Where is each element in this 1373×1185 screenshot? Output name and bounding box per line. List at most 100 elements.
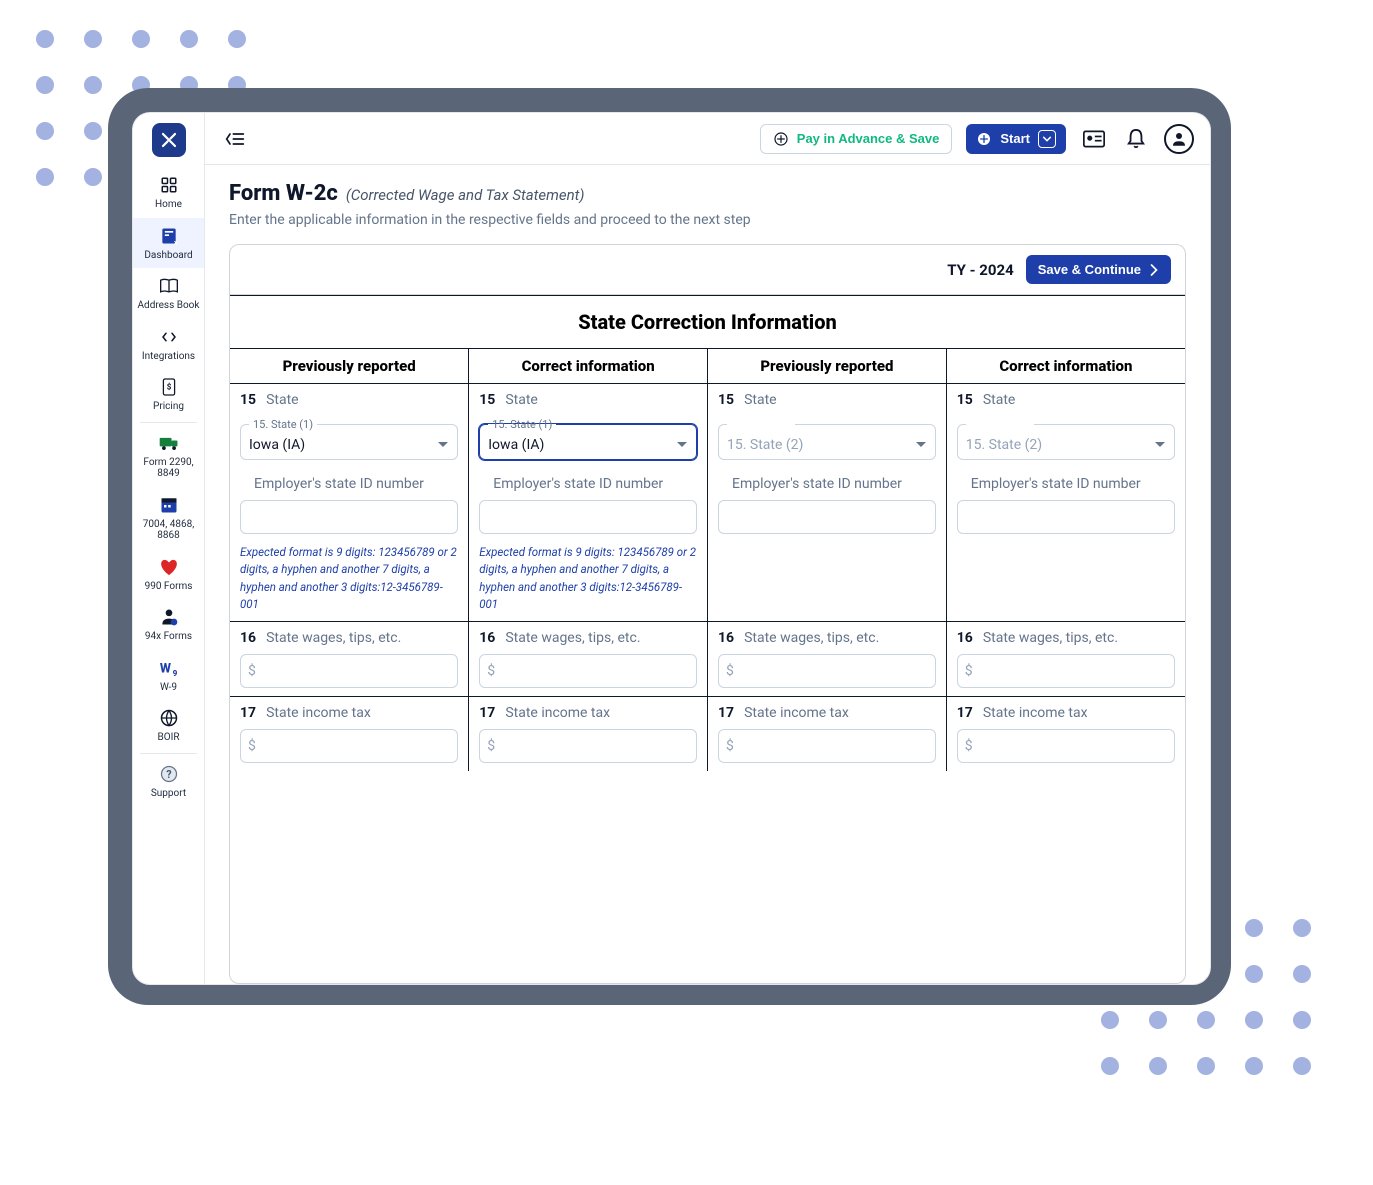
state-wages-input-correct-2[interactable] [957,654,1175,688]
sidebar-item-address-book[interactable]: Address Book [133,268,204,319]
state-select-1-correct[interactable]: 15. State (1) Iowa (IA) [479,418,697,460]
employer-id-label: Employer's state ID number [957,476,1175,492]
state-select-1-prev[interactable]: 15. State (1) Iowa (IA) [240,418,458,460]
caret-down-icon [437,441,449,449]
panel-body: State Correction Information Previously … [230,295,1185,983]
plus-circle-filled-icon [976,131,992,147]
person-icon [158,606,180,628]
sidebar-item-integrations[interactable]: Integrations [133,319,204,370]
dollar-sign: $ [487,663,495,679]
pay-in-advance-button[interactable]: Pay in Advance & Save [760,124,953,154]
save-label: Save & Continue [1038,262,1141,277]
cell-16-correct-2: 16State wages, tips, etc. $ [946,622,1185,697]
pay-label: Pay in Advance & Save [797,131,940,146]
sidebar-item-label: Home [155,199,182,211]
employer-id-label: Employer's state ID number [479,476,697,492]
caret-down-icon [676,441,688,449]
save-continue-button[interactable]: Save & Continue [1026,255,1171,284]
cell-16-correct-1: 16State wages, tips, etc. $ [469,622,708,697]
sidebar-item-w9[interactable]: W9 W-9 [133,650,204,701]
dollar-sign: $ [726,663,734,679]
page-subtitle: (Corrected Wage and Tax Statement) [346,186,585,204]
state-tax-input-correct-1[interactable] [479,729,697,763]
tax-year-label: TY - 2024 [947,261,1014,279]
sidebar-item-7004[interactable]: 7004, 4868, 8868 [133,487,204,549]
format-hint: Expected format is 9 digits: 123456789 o… [479,544,697,613]
sidebar-item-pricing[interactable]: $ Pricing [133,369,204,420]
state-tax-input-prev-1[interactable] [240,729,458,763]
state-select-2-prev[interactable]: 15. State (2) 15. State (2) [718,418,936,460]
sidebar-item-label: 94x Forms [145,631,192,643]
grid-icon [158,174,180,196]
notifications-button[interactable] [1122,125,1150,153]
employer-id-label: Employer's state ID number [240,476,458,492]
page-header: Form W-2c (Corrected Wage and Tax Statem… [205,165,1210,240]
page-title: Form W-2c [229,181,338,206]
sidebar-item-label: Form 2290, 8849 [135,457,202,480]
start-label: Start [1000,131,1030,146]
format-hint: Expected format is 9 digits: 123456789 o… [240,544,458,613]
employer-id-label: Employer's state ID number [718,476,936,492]
form-panel: TY - 2024 Save & Continue State Correcti… [229,244,1186,984]
sidebar-item-label: BOIR [158,732,180,744]
menu-collapse-icon [225,130,245,148]
sidebar-divider [140,753,197,754]
page-description: Enter the applicable information in the … [229,212,1186,228]
employer-id-input-prev-2[interactable] [718,500,936,534]
sidebar-toggle[interactable] [221,125,249,153]
dollar-sign: $ [726,738,734,754]
heart-icon [158,556,180,578]
sidebar-item-label: W-9 [160,682,177,694]
bell-icon [1126,128,1146,150]
sidebar-item-boir[interactable]: BOIR [133,700,204,751]
dollar-sign: $ [965,663,973,679]
book-icon [158,275,180,297]
cell-17-prev-2: 17State income tax $ [708,697,947,772]
app-logo[interactable] [152,123,186,157]
id-card-button[interactable] [1080,125,1108,153]
state-wages-input-correct-1[interactable] [479,654,697,688]
svg-text:x: x [174,238,178,246]
dollar-sign: $ [965,738,973,754]
chevron-right-icon [1149,263,1159,277]
cell-16-prev-1: 16State wages, tips, etc. $ [230,622,469,697]
cell-16-prev-2: 16State wages, tips, etc. $ [708,622,947,697]
logo-icon [160,131,178,149]
cell-17-correct-2: 17State income tax $ [946,697,1185,772]
employer-id-input-prev-1[interactable] [240,500,458,534]
globe-icon [158,707,180,729]
sidebar-divider [140,422,197,423]
state-tax-input-correct-2[interactable] [957,729,1175,763]
cell-15-correct-1: 15State 15. State (1) Iowa (IA) Employer… [469,384,708,622]
state-wages-input-prev-1[interactable] [240,654,458,688]
main-area: Pay in Advance & Save Start [205,113,1210,984]
state-tax-input-prev-2[interactable] [718,729,936,763]
sidebar-item-dashboard[interactable]: x Dashboard [133,218,204,269]
topbar: Pay in Advance & Save Start [205,113,1210,165]
state-select-2-correct[interactable]: 15. State (2) 15. State (2) [957,418,1175,460]
sidebar-item-home[interactable]: Home [133,167,204,218]
sidebar-item-form-2290[interactable]: Form 2290, 8849 [133,425,204,487]
sidebar-item-label: Support [151,788,186,800]
svg-text:?: ? [166,768,171,781]
dollar-sign: $ [248,663,256,679]
calendar-icon [158,494,180,516]
employer-id-input-correct-2[interactable] [957,500,1175,534]
state-wages-input-prev-2[interactable] [718,654,936,688]
w9-icon: W9 [158,657,180,679]
start-button[interactable]: Start [966,124,1066,154]
sidebar-item-94x[interactable]: 94x Forms [133,599,204,650]
svg-text:9: 9 [172,668,177,678]
sidebar-item-990[interactable]: 990 Forms [133,549,204,600]
section-title: State Correction Information [230,295,1185,349]
user-avatar[interactable] [1164,124,1194,154]
dashboard-icon: x [158,225,180,247]
panel-top: TY - 2024 Save & Continue [230,245,1185,295]
col-header-correct-2: Correct information [946,349,1185,384]
cell-15-prev-1: 15State 15. State (1) Iowa (IA) Employer… [230,384,469,622]
col-header-correct-1: Correct information [469,349,708,384]
user-icon [1170,130,1188,148]
sidebar-item-support[interactable]: ? Support [133,756,204,807]
employer-id-input-correct-1[interactable] [479,500,697,534]
sidebar-item-label: Integrations [142,351,195,363]
